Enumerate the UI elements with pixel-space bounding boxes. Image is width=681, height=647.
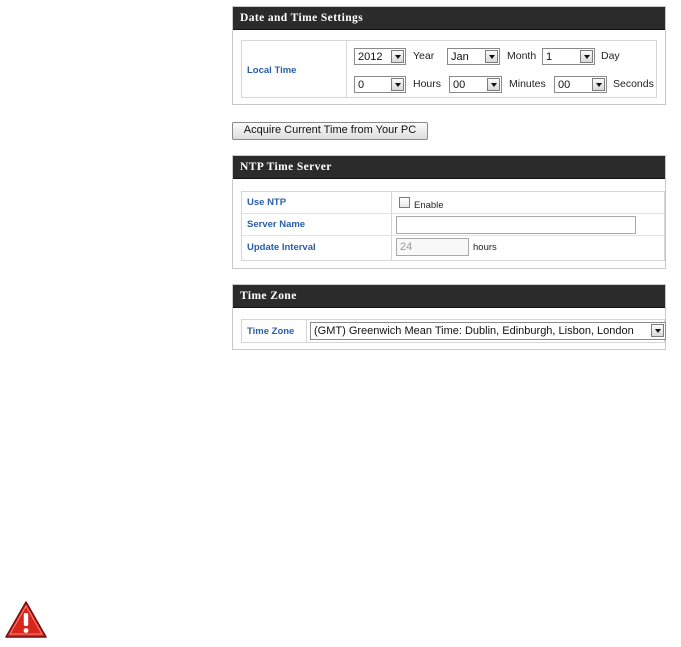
chevron-down-icon — [391, 78, 404, 91]
month-select[interactable]: Jan — [447, 48, 500, 65]
update-interval-label: Update Interval — [247, 242, 316, 253]
timezone-header: Time Zone — [233, 285, 665, 308]
minutes-label: Minutes — [509, 78, 546, 90]
year-label: Year — [413, 50, 435, 62]
date-time-panel: Date and Time Settings Local Time 2012 Y… — [232, 6, 666, 105]
date-time-table: Local Time 2012 Year Jan Month 1 Day 0 H… — [241, 40, 657, 98]
day-label: Day — [601, 50, 620, 62]
server-name-label: Server Name — [247, 219, 306, 230]
enable-ntp-checkbox[interactable] — [399, 197, 410, 208]
chevron-down-icon — [485, 50, 498, 63]
chevron-down-icon — [487, 78, 500, 91]
use-ntp-label: Use NTP — [247, 197, 287, 208]
chevron-down-icon — [580, 50, 593, 63]
timezone-panel: Time Zone Time Zone (GMT) Greenwich Mean… — [232, 284, 666, 350]
warning-triangle-icon — [4, 600, 48, 645]
day-select[interactable]: 1 — [542, 48, 595, 65]
month-label: Month — [507, 50, 537, 62]
local-time-label: Local Time — [247, 65, 297, 76]
update-interval-unit: hours — [473, 242, 497, 253]
hours-select[interactable]: 0 — [354, 76, 406, 93]
minutes-select[interactable]: 00 — [449, 76, 502, 93]
ntp-table: Use NTP Enable Server Name Update Interv… — [241, 191, 665, 261]
timezone-label: Time Zone — [247, 326, 295, 337]
chevron-down-icon — [391, 50, 404, 63]
server-name-input[interactable] — [396, 216, 636, 234]
acquire-time-button[interactable]: Acquire Current Time from Your PC — [232, 122, 428, 140]
seconds-select[interactable]: 00 — [554, 76, 607, 93]
update-interval-input[interactable]: 24 — [396, 238, 469, 256]
timezone-select[interactable]: (GMT) Greenwich Mean Time: Dublin, Edinb… — [310, 322, 666, 340]
ntp-header: NTP Time Server — [233, 156, 665, 179]
chevron-down-icon — [651, 324, 664, 337]
year-select[interactable]: 2012 — [354, 48, 406, 65]
hours-label: Hours — [413, 78, 442, 90]
ntp-panel: NTP Time Server Use NTP Enable Server Na… — [232, 155, 666, 269]
date-time-header: Date and Time Settings — [233, 7, 665, 30]
timezone-table: Time Zone (GMT) Greenwich Mean Time: Dub… — [241, 319, 666, 343]
enable-label: Enable — [414, 200, 444, 211]
chevron-down-icon — [592, 78, 605, 91]
seconds-label: Seconds — [613, 78, 654, 90]
